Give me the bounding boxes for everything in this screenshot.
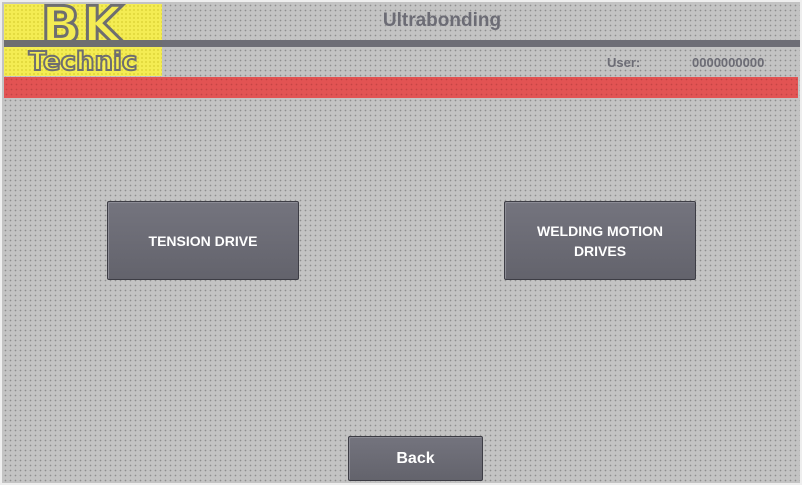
- logo-divider: [4, 40, 162, 47]
- header-divider: [162, 40, 800, 47]
- back-label: Back: [396, 449, 435, 467]
- back-button[interactable]: Back: [348, 436, 483, 481]
- bk-technic-logo: BK Technic: [4, 4, 162, 76]
- logo-technic-text: Technic: [28, 47, 139, 76]
- alarm-bar: [4, 77, 798, 98]
- user-value: 0000000000: [692, 55, 765, 70]
- welding-motion-drives-label: WELDING MOTION DRIVES: [537, 222, 663, 259]
- tension-drive-label: TENSION DRIVE: [148, 232, 258, 249]
- welding-motion-drives-button[interactable]: WELDING MOTION DRIVES: [504, 201, 696, 280]
- hmi-screen: BK Technic Ultrabonding User: 0000000000…: [0, 0, 802, 485]
- tension-drive-button[interactable]: TENSION DRIVE: [107, 201, 299, 280]
- page-title: Ultrabonding: [382, 10, 502, 31]
- user-label: User:: [607, 55, 641, 70]
